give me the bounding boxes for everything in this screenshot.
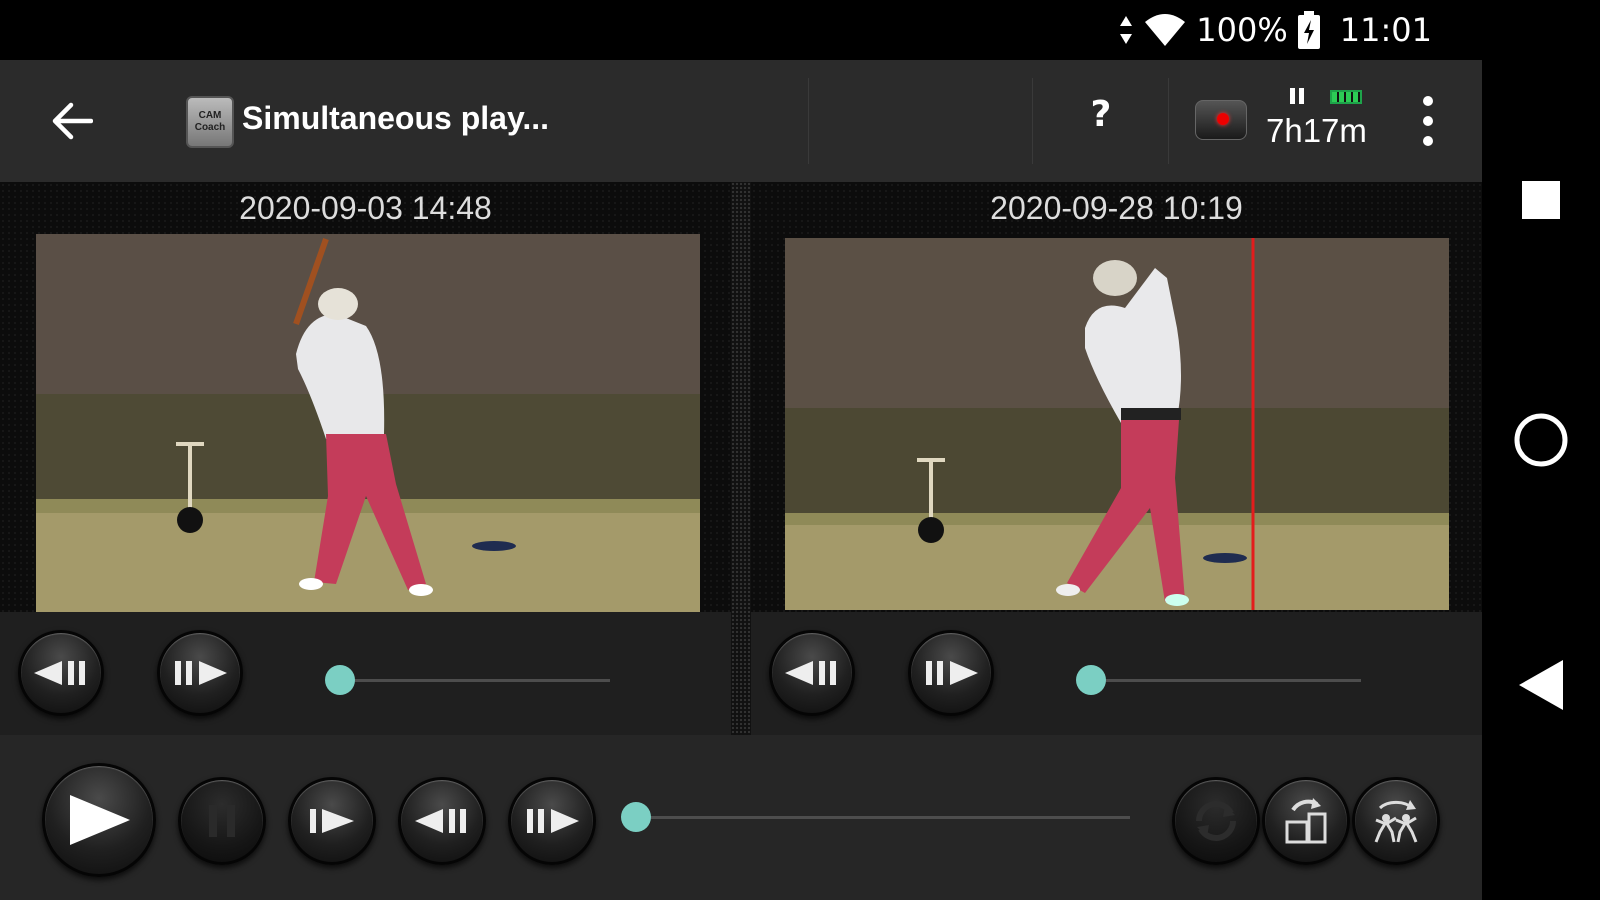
more-vert-icon bbox=[1423, 116, 1433, 126]
camera-battery-icon bbox=[1330, 90, 1362, 104]
left-timestamp: 2020-09-03 14:48 bbox=[239, 190, 492, 226]
remaining-time: 7h17m bbox=[1266, 112, 1367, 149]
status-icons: 100% 11:01 bbox=[1118, 10, 1432, 50]
logo-text-1: CAM bbox=[198, 110, 222, 121]
step-back-icon bbox=[34, 661, 85, 685]
right-seek-knob[interactable] bbox=[1076, 665, 1106, 695]
main-seek-slider[interactable] bbox=[621, 802, 1130, 832]
circle-icon bbox=[1514, 413, 1568, 467]
step-forward-icon bbox=[527, 809, 579, 833]
left-seek-track bbox=[340, 679, 610, 682]
more-options-button[interactable] bbox=[1416, 94, 1440, 150]
left-seek-slider[interactable] bbox=[325, 665, 610, 695]
pause-status-icon bbox=[1290, 88, 1306, 104]
wifi-icon bbox=[1145, 14, 1186, 46]
more-vert-icon bbox=[1423, 96, 1433, 106]
golfer-video-frame bbox=[36, 234, 700, 612]
step-forward-icon bbox=[926, 661, 978, 685]
right-video-panel: 2020-09-28 10:19 bbox=[751, 182, 1482, 735]
panel-divider bbox=[731, 182, 751, 735]
step-back-button[interactable] bbox=[398, 777, 486, 865]
more-vert-icon bbox=[1423, 136, 1433, 146]
right-controls bbox=[751, 612, 1482, 735]
left-step-forward-button[interactable] bbox=[157, 630, 243, 716]
arrow-left-icon bbox=[52, 102, 93, 140]
pause-button[interactable] bbox=[178, 777, 266, 865]
right-seek-track bbox=[1091, 679, 1361, 682]
data-arrows-icon bbox=[1120, 16, 1133, 44]
triangle-left-icon bbox=[1519, 660, 1563, 710]
step-forward-icon bbox=[175, 661, 227, 685]
battery-percent: 100% bbox=[1196, 11, 1288, 49]
left-controls bbox=[0, 612, 731, 735]
app-screen: 100% 11:01 CAM Coach Simultaneous play..… bbox=[0, 0, 1600, 900]
step-back-icon bbox=[785, 661, 836, 685]
right-video[interactable] bbox=[785, 238, 1449, 610]
camera-status: 7h17m bbox=[1266, 84, 1384, 164]
left-seek-knob[interactable] bbox=[325, 665, 355, 695]
clock: 11:01 bbox=[1339, 11, 1432, 49]
playback-bar bbox=[0, 735, 1482, 900]
main-seek-knob[interactable] bbox=[621, 802, 651, 832]
left-video-panel: 2020-09-03 14:48 bbox=[0, 182, 731, 735]
appbar-divider bbox=[808, 78, 809, 164]
right-timestamp: 2020-09-28 10:19 bbox=[990, 190, 1243, 226]
left-step-back-button[interactable] bbox=[18, 630, 104, 716]
golfer-video-frame bbox=[785, 238, 1449, 610]
main-seek-track bbox=[636, 816, 1130, 819]
right-seek-slider[interactable] bbox=[1076, 665, 1361, 695]
app-bar: CAM Coach Simultaneous play... ? 7h17m bbox=[0, 60, 1482, 182]
slow-play-button[interactable] bbox=[288, 777, 376, 865]
repeat-button[interactable] bbox=[1172, 777, 1260, 865]
swap-videos-button[interactable] bbox=[1352, 777, 1440, 865]
slow-play-icon bbox=[310, 809, 354, 833]
rotate-layout-button[interactable] bbox=[1262, 777, 1350, 865]
rotate-screen-icon bbox=[1285, 798, 1327, 844]
appbar-divider bbox=[1168, 78, 1169, 164]
right-step-forward-button[interactable] bbox=[908, 630, 994, 716]
step-forward-button[interactable] bbox=[508, 777, 596, 865]
help-button[interactable]: ? bbox=[1080, 94, 1122, 148]
right-step-back-button[interactable] bbox=[769, 630, 855, 716]
play-button[interactable] bbox=[42, 763, 156, 877]
system-nav-bar bbox=[1482, 60, 1600, 900]
record-button[interactable] bbox=[1195, 100, 1247, 140]
play-icon bbox=[70, 795, 130, 845]
swap-golfers-icon bbox=[1374, 800, 1418, 843]
square-icon bbox=[1522, 181, 1560, 219]
recents-button[interactable] bbox=[1482, 155, 1600, 245]
pause-icon bbox=[209, 805, 235, 837]
left-video[interactable] bbox=[36, 234, 700, 612]
back-button[interactable] bbox=[40, 90, 102, 152]
page-title: Simultaneous play... bbox=[242, 100, 550, 136]
logo-text-2: Coach bbox=[194, 122, 226, 133]
battery-charging-icon bbox=[1297, 11, 1320, 49]
nav-back-button[interactable] bbox=[1482, 640, 1600, 730]
status-bar: 100% 11:01 bbox=[0, 0, 1600, 60]
app-logo: CAM Coach bbox=[186, 96, 234, 148]
step-back-icon bbox=[415, 809, 466, 833]
repeat-icon bbox=[1196, 801, 1236, 841]
home-button[interactable] bbox=[1482, 395, 1600, 485]
appbar-divider bbox=[1032, 78, 1033, 164]
